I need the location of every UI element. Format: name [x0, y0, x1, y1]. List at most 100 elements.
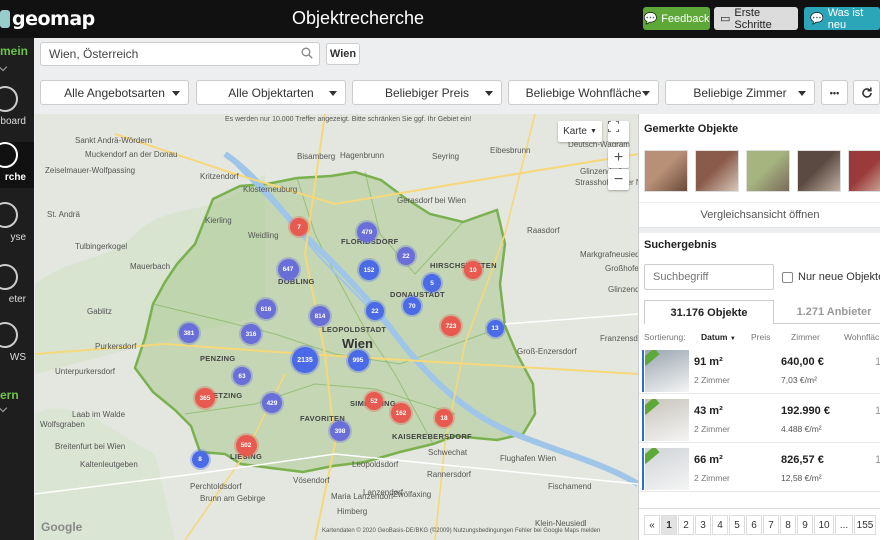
- map-cluster-marker[interactable]: 502: [235, 434, 257, 456]
- more-filters-button[interactable]: •••: [821, 80, 848, 105]
- compare-button[interactable]: Vergleichsansicht öffnen: [639, 202, 880, 228]
- map-cluster-marker[interactable]: 70: [403, 297, 421, 315]
- page-button[interactable]: ...: [835, 515, 853, 535]
- map-cluster-marker[interactable]: 616: [256, 299, 276, 319]
- map-cluster-marker[interactable]: 22: [397, 247, 415, 265]
- objektarten-select[interactable]: Alle Objektarten: [196, 80, 346, 105]
- page-button[interactable]: 5: [729, 515, 745, 535]
- result-row[interactable]: 43 m² 2 Zimmer 192.990 € 4.488 €/m² 1: [639, 397, 880, 443]
- only-new-checkbox[interactable]: [782, 272, 793, 283]
- result-row[interactable]: 66 m² 2 Zimmer 826,57 € 12,58 €/m² 1: [639, 446, 880, 492]
- sidebar-section-title[interactable]: mein: [0, 44, 28, 58]
- only-new-label[interactable]: Nur neue Objekte: [798, 271, 880, 283]
- map-cluster-marker[interactable]: 647: [277, 258, 299, 280]
- tab-anbieter[interactable]: 1.271 Anbieter: [779, 300, 880, 324]
- chevron-down-icon[interactable]: [0, 62, 8, 72]
- result-thumbnail[interactable]: [645, 448, 689, 490]
- sidebar-item-document[interactable]: eter: [0, 264, 34, 310]
- map-cluster-marker[interactable]: 723: [441, 316, 461, 336]
- map-cluster-marker[interactable]: 162: [391, 403, 411, 423]
- map-cluster-marker[interactable]: 63: [233, 367, 251, 385]
- page-button[interactable]: 155: [854, 515, 876, 535]
- sidebar-item-news[interactable]: WS: [0, 322, 34, 368]
- map-type-label: Karte: [563, 126, 587, 137]
- map-cluster-marker[interactable]: 5: [423, 274, 441, 292]
- map-cluster-marker[interactable]: 10: [464, 261, 482, 279]
- map[interactable]: Es werden nur 10.000 Treffer angezeigt. …: [35, 114, 638, 540]
- map-cluster-marker[interactable]: 398: [330, 421, 350, 441]
- page-button[interactable]: 3: [695, 515, 711, 535]
- page-button[interactable]: 2: [678, 515, 694, 535]
- map-cluster-marker[interactable]: 13: [486, 319, 504, 337]
- page-button[interactable]: 10: [814, 515, 834, 535]
- wohnflaeche-select[interactable]: Beliebige Wohnfläche: [508, 80, 659, 105]
- erste-schritte-button[interactable]: ▭ Erste Schritte: [714, 7, 798, 31]
- fullscreen-button[interactable]: [608, 121, 629, 142]
- sidebar-section-title[interactable]: ern: [0, 388, 19, 402]
- map-cluster-marker[interactable]: 995: [347, 349, 369, 371]
- keyword-search-input[interactable]: [645, 265, 771, 289]
- feedback-button[interactable]: 💬 Feedback: [643, 7, 710, 30]
- map-cluster-marker[interactable]: 7: [290, 218, 308, 236]
- new-badge-icon: [645, 350, 660, 366]
- sort-preis[interactable]: Preis: [751, 332, 770, 342]
- map-cluster-marker[interactable]: 52: [365, 392, 383, 410]
- page-button[interactable]: 7: [763, 515, 779, 535]
- results-panel: Gemerkte Objekte Vergleichsansicht öffne…: [638, 114, 880, 540]
- wien-button[interactable]: Wien: [326, 43, 360, 65]
- zoom-out-button[interactable]: −: [608, 169, 629, 190]
- sort-datum[interactable]: Datum ▼: [701, 332, 736, 342]
- map-cluster-marker[interactable]: 22: [366, 302, 384, 320]
- map-place-label: Flughafen Wien: [500, 454, 557, 463]
- map-cluster-marker[interactable]: 365: [195, 388, 215, 408]
- result-size: 43 m²: [694, 405, 723, 417]
- logo[interactable]: geomap: [0, 6, 95, 32]
- page-button[interactable]: 9: [797, 515, 813, 535]
- saved-object-thumbnail[interactable]: [848, 150, 880, 192]
- result-thumbnail[interactable]: [645, 350, 689, 392]
- map-cluster-marker[interactable]: 479: [357, 222, 377, 242]
- page-button[interactable]: 4: [712, 515, 728, 535]
- map-cluster-marker[interactable]: 8: [191, 450, 209, 468]
- reset-button[interactable]: [853, 80, 880, 105]
- saved-object-thumbnail[interactable]: [644, 150, 688, 192]
- page-button[interactable]: 1: [661, 515, 677, 535]
- map-place-label: Rannersdorf: [427, 470, 472, 479]
- map-attribution[interactable]: Kartendaten © 2020 GeoBasis-DE/BKG (©200…: [322, 528, 600, 534]
- chevron-down-icon[interactable]: [0, 403, 8, 413]
- search-icon[interactable]: [301, 47, 313, 59]
- page-button[interactable]: 8: [780, 515, 796, 535]
- result-thumbnail[interactable]: [645, 399, 689, 441]
- preis-select[interactable]: Beliebiger Preis: [352, 80, 502, 105]
- tab-objekte[interactable]: 31.176 Objekte: [644, 300, 774, 324]
- zimmer-select[interactable]: Beliebige Zimmer: [665, 80, 815, 105]
- wohnflaeche-label: Beliebige Wohnfläche: [525, 85, 642, 100]
- sidebar-item-analyse[interactable]: yse: [0, 202, 34, 248]
- map-cluster-marker[interactable]: 381: [179, 323, 199, 343]
- saved-object-thumbnail[interactable]: [695, 150, 739, 192]
- map-place-label: Unterpurkersdorf: [55, 367, 116, 376]
- map-cluster-marker[interactable]: 814: [310, 306, 330, 326]
- sidebar-item-recherche[interactable]: rche: [0, 142, 34, 188]
- result-row[interactable]: 91 m² 2 Zimmer 640,00 € 7,03 €/m² 1: [639, 348, 880, 394]
- map-cluster-marker[interactable]: 429: [262, 393, 282, 413]
- map-cluster-marker[interactable]: 316: [241, 324, 261, 344]
- map-place-label: Zeiselmauer-Wolfpassing: [45, 166, 136, 175]
- saved-object-thumbnail[interactable]: [746, 150, 790, 192]
- angebotsarten-select[interactable]: Alle Angebotsarten: [40, 80, 189, 105]
- map-cluster-marker[interactable]: 18: [435, 409, 453, 427]
- zoom-in-button[interactable]: +: [608, 147, 629, 168]
- page-button[interactable]: «: [644, 515, 660, 535]
- was-ist-neu-button[interactable]: 💬 Was ist neu: [804, 7, 880, 31]
- saved-object-thumbnail[interactable]: [797, 150, 841, 192]
- chat-icon: 💬: [643, 13, 658, 25]
- map-cluster-marker[interactable]: 2135: [292, 347, 318, 373]
- keyword-search: [644, 264, 774, 290]
- sort-wohnflaeche[interactable]: Wohnfläc: [844, 332, 879, 342]
- location-search-input[interactable]: [41, 43, 291, 65]
- sidebar-item-dashboard[interactable]: board: [0, 86, 34, 132]
- map-type-button[interactable]: Karte ▼: [558, 121, 602, 142]
- map-cluster-marker[interactable]: 152: [359, 260, 379, 280]
- sort-zimmer[interactable]: Zimmer: [791, 332, 820, 342]
- page-button[interactable]: 6: [746, 515, 762, 535]
